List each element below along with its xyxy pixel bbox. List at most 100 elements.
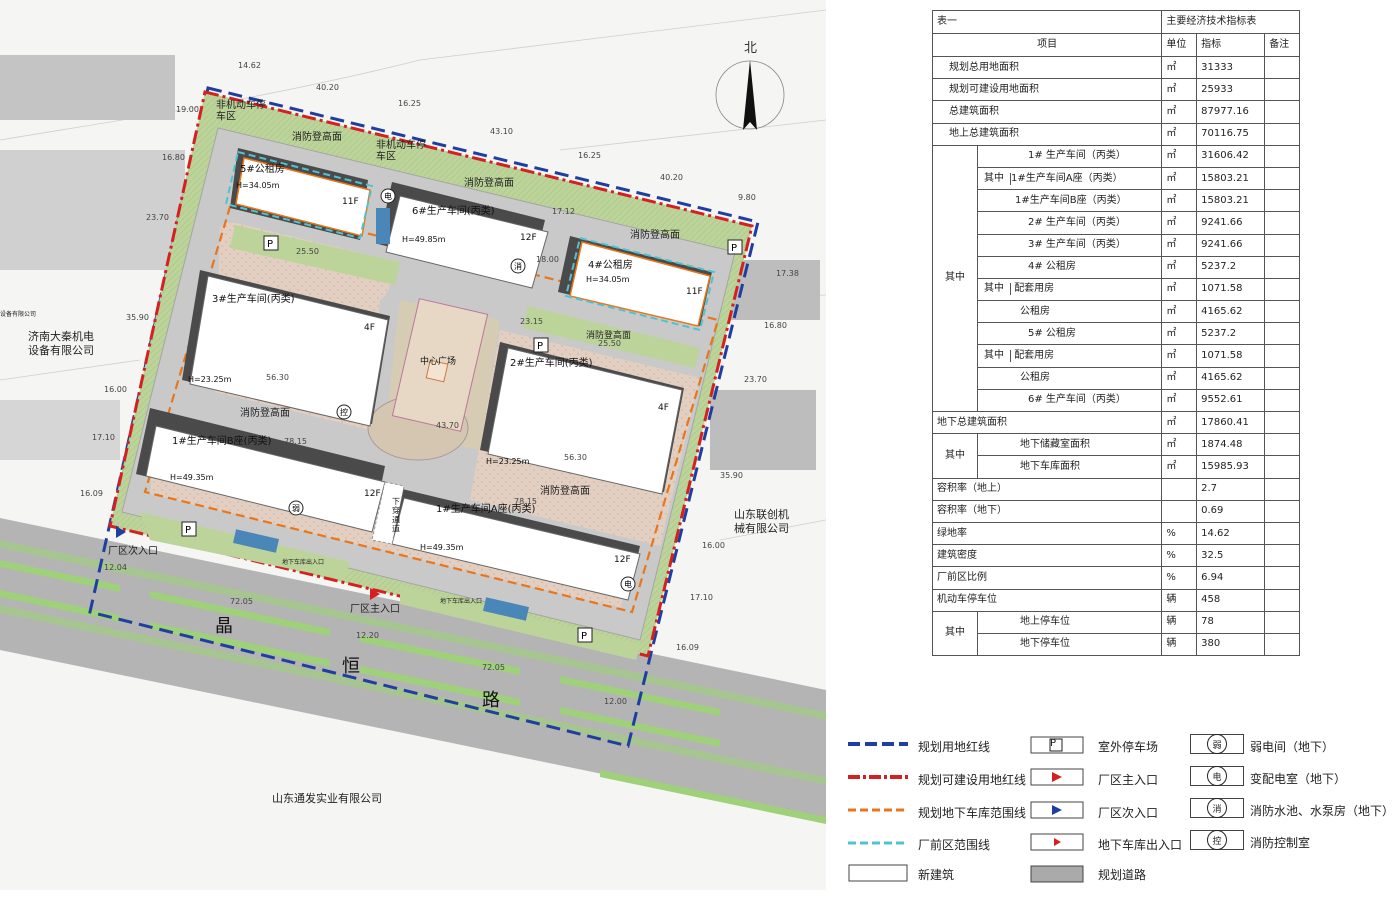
legend-label: 规划用地红线 <box>918 740 991 754</box>
svg-text:16.80: 16.80 <box>764 321 787 330</box>
neighbor-block-2 <box>0 150 185 270</box>
b6-floors: 12F <box>520 233 537 243</box>
b5-label: 5#公租房 <box>240 162 285 175</box>
svg-text:16.09: 16.09 <box>676 643 699 652</box>
legend-label: 厂区次入口 <box>1098 806 1159 820</box>
svg-text:P: P <box>731 243 737 254</box>
garage-entry-2: 地下车库出入口 <box>440 597 482 605</box>
header-note: 备注 <box>1264 33 1300 57</box>
legend-label: 新建筑 <box>918 868 955 882</box>
table-row: 公租房㎡ 4165.62 <box>933 300 1300 324</box>
b3-label: 3#生产车间(丙类) <box>212 292 295 305</box>
svg-text:9.80: 9.80 <box>738 193 756 202</box>
svg-text:16.25: 16.25 <box>398 99 421 108</box>
group-qizhong-1: 其中 <box>932 144 978 413</box>
svg-text:17.38: 17.38 <box>776 269 799 278</box>
b6-height: H=49.85m <box>402 235 446 244</box>
fire-label-5: 消防登高面 <box>540 484 590 497</box>
table-row: 容积率（地上） 2.7 <box>931 477 1300 501</box>
table-row: 2# 生产车间（丙类）㎡ 9241.66 <box>933 211 1300 235</box>
svg-text:72.05: 72.05 <box>482 663 505 672</box>
b2-height: H=23.25m <box>486 457 530 466</box>
svg-text:P: P <box>537 341 543 352</box>
gate-main-label: 厂区主入口 <box>350 603 400 615</box>
table-row: 1#生产车间B座（丙类）㎡ 15803.21 <box>933 189 1300 213</box>
legend-label: 变配电室（地下） <box>1250 772 1347 786</box>
svg-text:18.00: 18.00 <box>536 255 559 264</box>
svg-text:56.30: 56.30 <box>266 373 289 382</box>
svg-text:43.10: 43.10 <box>490 127 513 136</box>
west-neighbor-line1: 济南大秦机电 <box>28 329 94 343</box>
legend-label: 厂区主入口 <box>1098 773 1159 787</box>
table-row: 建筑密度% 32.5 <box>931 544 1300 568</box>
fire-label-2: 消防登高面 <box>464 176 514 189</box>
east-neighbor-line1: 山东联创机 <box>734 507 789 521</box>
svg-text:12.20: 12.20 <box>356 631 379 640</box>
svg-text:16.00: 16.00 <box>104 385 127 394</box>
svg-text:12.04: 12.04 <box>104 563 127 572</box>
north-label: 北 <box>744 41 757 56</box>
table-caption-left: 表一 <box>931 10 1163 34</box>
fire-label-4: 消防登高面 <box>240 406 290 419</box>
table-row: 其中 1#生产车间A座（丙类）㎡ 15803.21 <box>933 166 1300 191</box>
svg-text:25.50: 25.50 <box>598 339 621 348</box>
table-row: 其中 地下储藏室面积㎡ 1874.48 <box>932 433 1300 479</box>
legend-parking <box>1030 736 1084 754</box>
b1a-height: H=49.35m <box>420 543 464 552</box>
svg-text:17.10: 17.10 <box>690 593 713 602</box>
b4-height: H=34.05m <box>586 275 630 284</box>
legend-label: 规划道路 <box>1098 868 1147 882</box>
legend-weak-room: 弱 <box>1190 734 1244 754</box>
east-neighbor-line2: 械有限公司 <box>734 521 789 535</box>
neighbor-block-1 <box>0 55 175 120</box>
fire-label-3: 消防登高面 <box>630 228 680 241</box>
table-row: 厂前区比例% 6.94 <box>931 566 1300 590</box>
plaza-label: 中心广场 <box>420 355 456 367</box>
svg-text:23.70: 23.70 <box>146 213 169 222</box>
header-value: 指标 <box>1196 33 1266 57</box>
svg-text:16.25: 16.25 <box>578 151 601 160</box>
svg-text:43.70: 43.70 <box>436 421 459 430</box>
legend-new-building <box>848 864 908 882</box>
gate-sub-label: 厂区次入口 <box>108 544 158 557</box>
legend-label: 室外停车场 <box>1098 740 1159 754</box>
svg-text:12.00: 12.00 <box>604 697 627 706</box>
legend-label: 规划地下车库范围线 <box>918 806 1027 820</box>
legend-substation: 电 <box>1190 766 1244 786</box>
table-row: 公租房㎡ 4165.62 <box>933 366 1300 390</box>
svg-text:弱: 弱 <box>292 504 300 513</box>
group-qizhong-3: 其中 <box>932 610 978 657</box>
svg-text:控: 控 <box>340 407 348 417</box>
table-row: 总建筑面积㎡ 87977.16 <box>931 100 1300 124</box>
svg-text:16.00: 16.00 <box>702 541 725 550</box>
legend-fire-control: 控 <box>1190 830 1244 850</box>
b1a-floors: 12F <box>614 555 631 565</box>
svg-text:72.05: 72.05 <box>230 597 253 606</box>
svg-text:16.09: 16.09 <box>80 489 103 498</box>
svg-text:电: 电 <box>384 191 392 201</box>
b3-height: H=23.25m <box>188 375 232 384</box>
table-row: 其中 1# 生产车间（丙类）㎡ 31606.42 <box>932 144 1300 413</box>
svg-text:P: P <box>185 525 191 536</box>
table-caption-title: 主要经济技术指标表 <box>1161 10 1300 34</box>
underpass-label: 下穿通道 <box>392 497 400 534</box>
b4-label: 4#公租房 <box>588 258 633 271</box>
svg-text:消: 消 <box>514 261 522 271</box>
legend-orange-dash <box>848 808 908 812</box>
b2-floors: 4F <box>658 403 669 413</box>
legend-garage-entry <box>1030 833 1084 851</box>
svg-text:78.15: 78.15 <box>284 437 307 446</box>
svg-text:P: P <box>267 239 273 250</box>
b2-label: 2#生产车间(丙类) <box>510 356 593 369</box>
svg-text:19.00: 19.00 <box>176 105 199 114</box>
svg-text:P: P <box>581 631 587 642</box>
b1b-label: 1#生产车间B座(丙类) <box>172 434 272 447</box>
svg-text:17.10: 17.10 <box>92 433 115 442</box>
legend-parking-symbol: P <box>1050 738 1057 749</box>
svg-text:17.12: 17.12 <box>552 207 575 216</box>
svg-text:78.15: 78.15 <box>514 497 537 506</box>
svg-text:40.20: 40.20 <box>316 83 339 92</box>
svg-text:恒: 恒 <box>342 656 360 677</box>
table-row: 地下车库面积㎡ 15985.93 <box>933 455 1300 479</box>
table-row: 5# 公租房㎡ 5237.2 <box>933 322 1300 346</box>
